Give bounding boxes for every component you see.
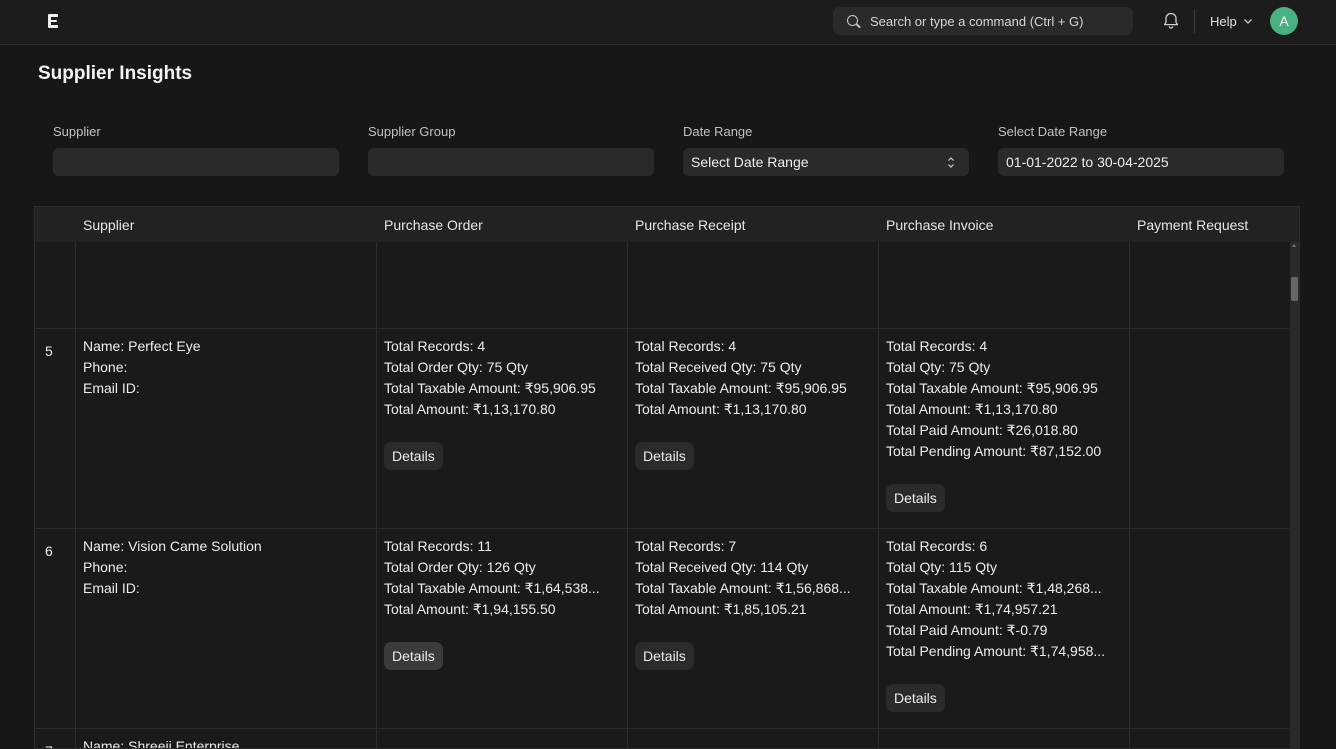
top-navbar: Search or type a command (Ctrl + G) Help… xyxy=(0,0,1336,45)
supplier-phone: Phone: xyxy=(83,559,128,575)
po-total-qty: Total Order Qty: 75 Qty xyxy=(384,359,528,375)
row-number: 5 xyxy=(45,343,53,359)
select-date-range-filter-label: Select Date Range xyxy=(998,124,1108,139)
column-divider xyxy=(1129,242,1130,748)
pr-total-amount: Total Amount: ₹1,13,170.80 xyxy=(635,401,807,417)
po-details-button[interactable]: Details xyxy=(384,442,443,470)
purchase-receipt-cell: Total Records: 7 Total Received Qty: 114… xyxy=(635,536,871,620)
scroll-up-arrow-icon[interactable] xyxy=(1292,244,1296,247)
supplier-cell: Name: Shreeji Enterprise xyxy=(83,736,371,749)
pi-total-paid: Total Paid Amount: ₹-0.79 xyxy=(886,622,1048,638)
search-placeholder: Search or type a command (Ctrl + G) xyxy=(870,14,1084,29)
po-total-records: Total Records: 4 xyxy=(384,338,486,354)
navbar-divider xyxy=(1194,9,1195,33)
po-details-button[interactable]: Details xyxy=(384,642,443,670)
column-header-supplier[interactable]: Supplier xyxy=(83,217,134,233)
supplier-cell: Name: Perfect Eye Phone: Email ID: xyxy=(83,336,371,399)
po-total-taxable: Total Taxable Amount: ₹1,64,538... xyxy=(384,580,600,596)
search-bar[interactable]: Search or type a command (Ctrl + G) xyxy=(833,7,1133,35)
column-header-purchase-receipt[interactable]: Purchase Receipt xyxy=(635,217,746,233)
pr-total-amount: Total Amount: ₹1,85,105.21 xyxy=(635,601,807,617)
row-number: 7 xyxy=(45,743,53,748)
column-divider xyxy=(878,242,879,748)
user-avatar[interactable]: A xyxy=(1270,7,1298,35)
table-header: Supplier Purchase Order Purchase Receipt… xyxy=(35,207,1299,242)
supplier-group-filter-label: Supplier Group xyxy=(368,124,456,139)
pr-total-taxable: Total Taxable Amount: ₹1,56,868... xyxy=(635,580,851,596)
purchase-invoice-cell: Total Records: 4 Total Qty: 75 Qty Total… xyxy=(886,336,1122,462)
page-title: Supplier Insights xyxy=(38,63,193,84)
po-total-records: Total Records: 11 xyxy=(384,538,492,554)
pi-total-pending: Total Pending Amount: ₹87,152.00 xyxy=(886,443,1102,459)
pr-total-records: Total Records: 4 xyxy=(635,338,737,354)
select-arrows-icon xyxy=(948,157,954,168)
row-divider xyxy=(35,328,1289,329)
po-total-amount: Total Amount: ₹1,94,155.50 xyxy=(384,601,556,617)
pr-total-qty: Total Received Qty: 114 Qty xyxy=(635,559,809,575)
date-range-select-value: Select Date Range xyxy=(691,154,809,170)
supplier-insights-table: Supplier Purchase Order Purchase Receipt… xyxy=(34,206,1300,749)
row-divider xyxy=(35,528,1289,529)
purchase-receipt-cell: Total Records: 4 Total Received Qty: 75 … xyxy=(635,336,871,420)
pr-total-taxable: Total Taxable Amount: ₹95,906.95 xyxy=(635,380,847,396)
row-number: 6 xyxy=(45,543,53,559)
date-range-filter-label: Date Range xyxy=(683,124,753,139)
table-scrollbar[interactable] xyxy=(1290,242,1299,748)
pr-total-qty: Total Received Qty: 75 Qty xyxy=(635,359,802,375)
scrollbar-thumb[interactable] xyxy=(1291,277,1298,301)
pi-details-button[interactable]: Details xyxy=(886,484,945,512)
pi-total-paid: Total Paid Amount: ₹26,018.80 xyxy=(886,422,1078,438)
supplier-email: Email ID: xyxy=(83,580,140,596)
supplier-cell: Name: Vision Came Solution Phone: Email … xyxy=(83,536,371,599)
pi-total-records: Total Records: 6 xyxy=(886,538,988,554)
supplier-name: Name: Vision Came Solution xyxy=(83,538,262,554)
pi-total-qty: Total Qty: 75 Qty xyxy=(886,359,991,375)
supplier-name: Name: Perfect Eye xyxy=(83,338,201,354)
pi-details-button[interactable]: Details xyxy=(886,684,945,712)
pr-total-records: Total Records: 7 xyxy=(635,538,737,554)
column-divider xyxy=(627,242,628,748)
column-header-purchase-order[interactable]: Purchase Order xyxy=(384,217,483,233)
pr-details-button[interactable]: Details xyxy=(635,642,694,670)
purchase-order-cell: Total Records: 4 Total Order Qty: 75 Qty… xyxy=(384,336,620,420)
pi-total-amount: Total Amount: ₹1,13,170.80 xyxy=(886,401,1058,417)
supplier-filter-input[interactable] xyxy=(53,148,339,176)
po-total-amount: Total Amount: ₹1,13,170.80 xyxy=(384,401,556,417)
select-date-range-input[interactable]: 01-01-2022 to 30-04-2025 xyxy=(998,148,1284,176)
pi-total-taxable: Total Taxable Amount: ₹1,48,268... xyxy=(886,580,1102,596)
app-logo-icon[interactable] xyxy=(47,13,59,29)
bell-icon[interactable] xyxy=(1162,11,1180,31)
purchase-invoice-cell: Total Records: 6 Total Qty: 115 Qty Tota… xyxy=(886,536,1122,662)
pi-total-qty: Total Qty: 115 Qty xyxy=(886,559,998,575)
pi-total-records: Total Records: 4 xyxy=(886,338,988,354)
supplier-filter-label: Supplier xyxy=(53,124,101,139)
pr-details-button[interactable]: Details xyxy=(635,442,694,470)
po-total-qty: Total Order Qty: 126 Qty xyxy=(384,559,536,575)
pi-total-pending: Total Pending Amount: ₹1,74,958... xyxy=(886,643,1106,659)
chevron-down-icon[interactable] xyxy=(1243,17,1253,25)
row-divider xyxy=(35,728,1289,729)
purchase-order-cell: Total Records: 11 Total Order Qty: 126 Q… xyxy=(384,536,620,620)
help-menu[interactable]: Help xyxy=(1210,14,1237,29)
pi-total-taxable: Total Taxable Amount: ₹95,906.95 xyxy=(886,380,1098,396)
pi-total-amount: Total Amount: ₹1,74,957.21 xyxy=(886,601,1058,617)
column-divider xyxy=(75,242,76,748)
date-range-select[interactable]: Select Date Range xyxy=(683,148,969,176)
po-total-taxable: Total Taxable Amount: ₹95,906.95 xyxy=(384,380,596,396)
supplier-email: Email ID: xyxy=(83,380,140,396)
column-divider xyxy=(376,242,377,748)
supplier-phone: Phone: xyxy=(83,359,128,375)
column-header-payment-request[interactable]: Payment Request xyxy=(1137,217,1248,233)
supplier-group-filter-input[interactable] xyxy=(368,148,654,176)
column-header-purchase-invoice[interactable]: Purchase Invoice xyxy=(886,217,993,233)
search-icon xyxy=(847,15,858,26)
supplier-name: Name: Shreeji Enterprise xyxy=(83,738,240,749)
